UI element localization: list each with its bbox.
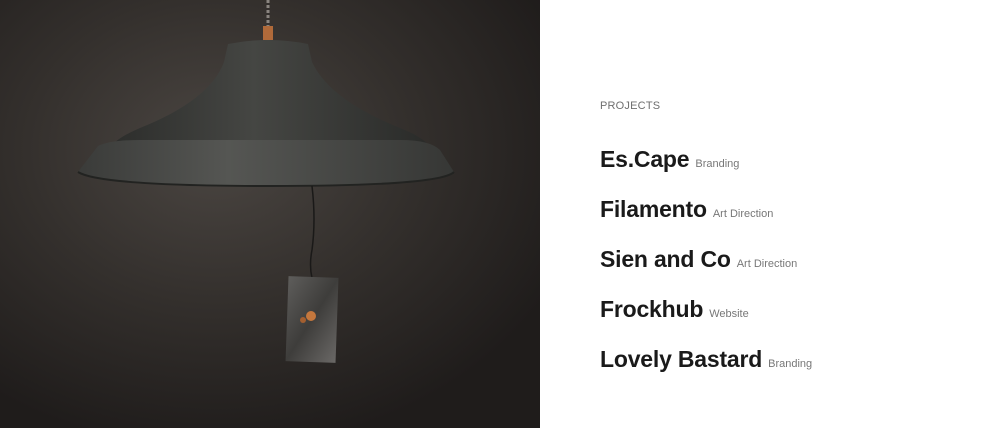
project-item-lovely-bastard[interactable]: Lovely Bastard Branding	[600, 346, 812, 396]
project-category: Branding	[768, 358, 813, 370]
project-name[interactable]: Filamento	[600, 196, 707, 223]
project-item-es-cape[interactable]: Es.Cape Branding	[600, 146, 812, 196]
project-name[interactable]: Frockhub	[600, 296, 703, 323]
project-name[interactable]: Sien and Co	[600, 246, 731, 273]
hero-image	[0, 0, 540, 428]
pendant-lamp-photo-icon	[0, 0, 540, 428]
page: PROJECTS Es.Cape Branding Filamento Art …	[0, 0, 993, 428]
project-category: Website	[709, 308, 749, 320]
project-name[interactable]: Lovely Bastard	[600, 346, 762, 373]
projects-heading: PROJECTS	[600, 100, 661, 112]
projects-panel: PROJECTS Es.Cape Branding Filamento Art …	[540, 0, 993, 428]
project-item-frockhub[interactable]: Frockhub Website	[600, 296, 812, 346]
project-list: Es.Cape Branding Filamento Art Direction…	[600, 146, 812, 396]
project-name[interactable]: Es.Cape	[600, 146, 690, 173]
project-item-filamento[interactable]: Filamento Art Direction	[600, 196, 812, 246]
project-category: Art Direction	[712, 208, 774, 220]
project-category: Art Direction	[736, 258, 798, 270]
project-category: Branding	[695, 158, 740, 170]
project-item-sien-and-co[interactable]: Sien and Co Art Direction	[600, 246, 812, 296]
